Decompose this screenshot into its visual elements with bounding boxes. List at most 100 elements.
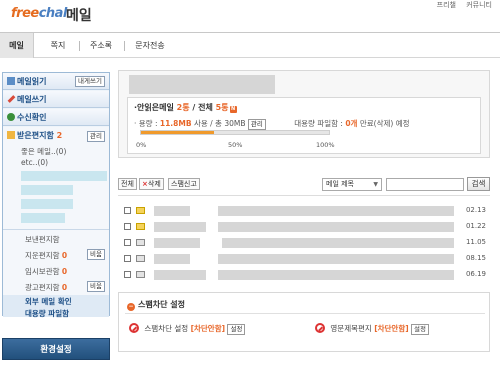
tab-sms[interactable]: 문자전송 [130,33,170,58]
delete-label: 삭제 [147,180,161,188]
ads-count: 0 [61,283,68,292]
logo-text-chal: chal [38,6,68,21]
redacted-sender[interactable] [154,254,190,264]
sidebar-item-ads[interactable]: 광고편지함 0 [25,282,67,293]
usage-total: 사용 / 총 30MB [193,119,246,128]
usage-progress-bar [140,130,330,135]
mail-date: 11.05 [465,238,486,246]
block-icon [129,323,139,333]
progress-label-50: 50% [228,141,243,149]
freechal-logo[interactable]: freechal [11,6,67,21]
redacted-user-name [129,75,275,94]
summary-inner: ·안읽은메일 2통 / 전체 5통 N · 용량 : 11.8MB 사용 / 총 … [127,97,481,154]
tab-address-book[interactable]: 주소록 [84,33,118,58]
usage-progress-fill [141,131,215,134]
check-icon [7,113,15,121]
english-subject-setting-button[interactable]: 설정 [411,324,430,335]
chevron-down-icon: ▼ [373,181,378,188]
select-all-button[interactable]: 전체 [118,178,137,190]
large-file-label: 대용량 파일함 [25,309,70,318]
redacted-subject[interactable] [222,238,454,248]
redacted-sender[interactable] [154,206,190,216]
total-count[interactable]: 5통 [216,103,229,112]
sidebar: 메일읽기 내게쓰기 메일쓰기 수신확인 받은편지함 2 관리 좋은 메일..(0… [2,72,110,318]
top-links: 프리챌 커뮤니티 [429,0,492,10]
mail-row[interactable]: 02.13 [118,203,490,218]
settings-button[interactable]: 환경설정 [2,338,110,360]
usage-label: · 용량 : [134,119,158,128]
redacted-sender[interactable] [154,222,206,232]
top-link-freechal[interactable]: 프리챌 [437,1,456,9]
trash-count: 0 [61,251,68,260]
sidebar-item-trash[interactable]: 지운편지함 0 [25,250,67,261]
redacted-subject[interactable] [218,206,454,216]
top-link-community[interactable]: 커뮤니티 [466,1,492,9]
unread-envelope-icon [136,207,145,214]
ads-label: 광고편지함 [25,283,60,292]
large-file-label: 대용량 파일함 : [294,119,343,128]
progress-label-0: 0% [136,141,147,149]
mail-date: 06.19 [465,270,486,278]
redacted-subject[interactable] [218,222,454,232]
mail-checkbox[interactable] [124,255,131,262]
sidebar-item-external-mail[interactable]: 외부 메일 확인 [3,295,109,307]
sidebar-item-inbox[interactable]: 받은편지함 2 [7,130,62,141]
sidebar-item-check-receipt[interactable]: 수신확인 [3,109,109,126]
sidebar-item-large-file[interactable]: 대용량 파일함 [3,307,109,318]
unread-summary: ·안읽은메일 2통 / 전체 5통 N [134,102,237,113]
spam-block-setting: 스팸차단 설정 [차단안함] 설정 [129,323,246,335]
mail-date: 08.15 [465,254,486,262]
unread-count[interactable]: 2통 [177,103,190,112]
sidebar-item-drafts[interactable]: 임시보관함 0 [25,266,67,277]
search-field-select[interactable]: 메일 제목 ▼ [322,178,382,191]
sidebar-item-etc[interactable]: etc..(0) [21,158,48,167]
delete-button[interactable]: ×삭제 [139,178,164,190]
search-input[interactable] [386,178,464,191]
tab-bar: 메일 쪽지 주소록 문자전송 [0,32,500,58]
inbox-label: 받은편지함 [17,131,54,140]
mail-row[interactable]: 01.22 [118,219,490,234]
redacted-sender[interactable] [154,270,206,280]
inbox-count: 2 [56,131,63,140]
sidebar-item-read-mail[interactable]: 메일읽기 내게쓰기 [3,73,109,90]
mail-row[interactable]: 11.05 [118,235,490,250]
sidebar-read-label: 메일읽기 [7,76,46,87]
mail-row[interactable]: 06.19 [118,267,490,282]
spam-block-setting-button[interactable]: 설정 [227,324,246,335]
spam-settings-panel: − 스팸차단 설정 스팸차단 설정 [차단안함] 설정 영문제목편지 [차단안함]… [118,292,490,352]
header: freechal 메일 프리챌 커뮤니티 [0,0,500,32]
tab-mail[interactable]: 메일 [0,33,34,58]
mail-toolbar: 전체 ×삭제 스팸신고 메일 제목 ▼ 검색 [118,176,490,192]
unread-envelope-icon [136,223,145,230]
drafts-label: 임시보관함 [25,267,60,276]
inbox-manage-button[interactable]: 관리 [87,131,105,142]
sidebar-item-good-mail[interactable]: 좋은 메일..(0) [21,146,66,157]
sidebar-read-text: 메일읽기 [17,77,47,86]
mail-checkbox[interactable] [124,223,131,230]
search-button[interactable]: 검색 [467,177,490,191]
sidebar-item-write-mail[interactable]: 메일쓰기 [3,91,109,108]
redacted-subject[interactable] [218,270,454,280]
usage-value: 11.8MB [159,119,192,128]
trash-empty-button[interactable]: 비움 [87,249,105,260]
write-to-self-button[interactable]: 내게쓰기 [75,76,105,87]
mail-checkbox[interactable] [124,239,131,246]
sidebar-item-sent[interactable]: 보낸편지함 [25,234,60,245]
tab-note[interactable]: 쪽지 [44,33,72,58]
mail-checkbox[interactable] [124,207,131,214]
redacted-sender[interactable] [154,238,200,248]
divider [3,229,109,230]
folder-icon [7,131,15,139]
ads-empty-button[interactable]: 비움 [87,281,105,292]
spam-settings-title: − 스팸차단 설정 [127,299,185,311]
search-field-value: 메일 제목 [326,180,354,188]
folder-panel: 받은편지함 2 관리 좋은 메일..(0) etc..(0) 보낸편지함 지운편… [3,127,109,295]
new-badge-icon: N [229,106,237,113]
mail-checkbox[interactable] [124,271,131,278]
redacted-subject[interactable] [218,254,454,264]
english-subject-value: [차단안함] [374,324,409,333]
report-spam-button[interactable]: 스팸신고 [168,178,200,190]
mail-row[interactable]: 08.15 [118,251,490,266]
tab-divider [124,41,125,51]
usage-manage-button[interactable]: 관리 [247,119,266,130]
